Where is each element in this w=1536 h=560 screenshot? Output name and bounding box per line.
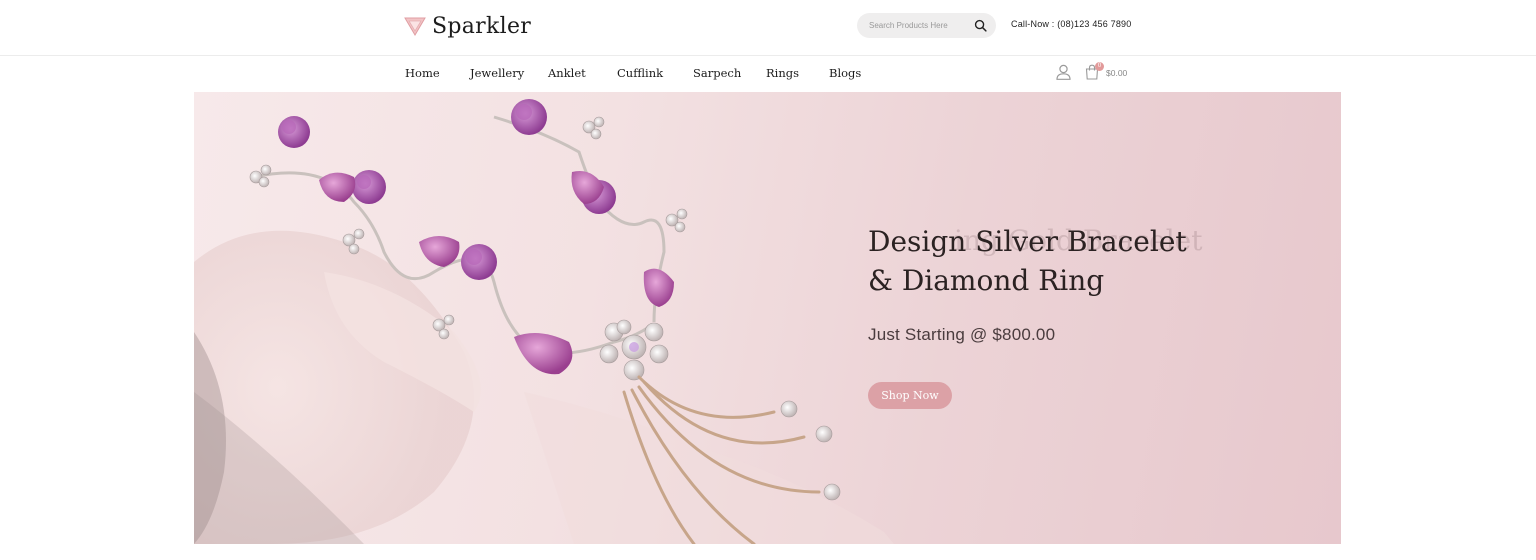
necklace-hero-image <box>194 99 894 544</box>
hero-title: Design Silver Bracelet & Diamond Ring <box>868 222 1187 300</box>
call-now-text: Call-Now : (08)123 456 7890 <box>1011 19 1132 29</box>
shop-now-button[interactable]: Shop Now <box>868 382 952 409</box>
nav-item-rings[interactable]: Rings <box>766 66 799 80</box>
search-input[interactable] <box>869 21 977 30</box>
nav-item-sarpech[interactable]: Sarpech <box>693 66 741 80</box>
nav-item-jewellery[interactable]: Jewellery <box>470 66 524 80</box>
hero-subtitle: Just Starting @ $800.00 <box>868 325 1056 344</box>
nav-item-cufflink[interactable]: Cufflink <box>617 66 663 80</box>
cart-total: $0.00 <box>1106 68 1128 78</box>
hero-title-line2: & Diamond Ring <box>868 264 1105 297</box>
hero-banner: ing Gold Bracelet Design Silver Bracelet… <box>194 92 1341 544</box>
main-nav: Home Jewellery Anklet Cufflink Sarpech R… <box>0 56 1536 92</box>
hero-title-line1: Design Silver Bracelet <box>868 225 1187 258</box>
diamond-logo-icon <box>404 17 426 36</box>
nav-item-blogs[interactable]: Blogs <box>829 66 861 80</box>
search-bar <box>857 13 996 38</box>
top-header: Sparkler Call-Now : (08)123 456 7890 <box>0 0 1536 56</box>
nav-item-home[interactable]: Home <box>405 66 440 80</box>
search-icon[interactable] <box>974 19 987 32</box>
cart-count-badge: 0 <box>1095 62 1104 71</box>
cart-button[interactable]: 0 $0.00 <box>1085 62 1133 82</box>
user-icon[interactable] <box>1056 64 1071 80</box>
brand-name: Sparkler <box>432 13 532 39</box>
brand-logo[interactable]: Sparkler <box>404 11 531 41</box>
nav-item-anklet[interactable]: Anklet <box>548 66 586 80</box>
